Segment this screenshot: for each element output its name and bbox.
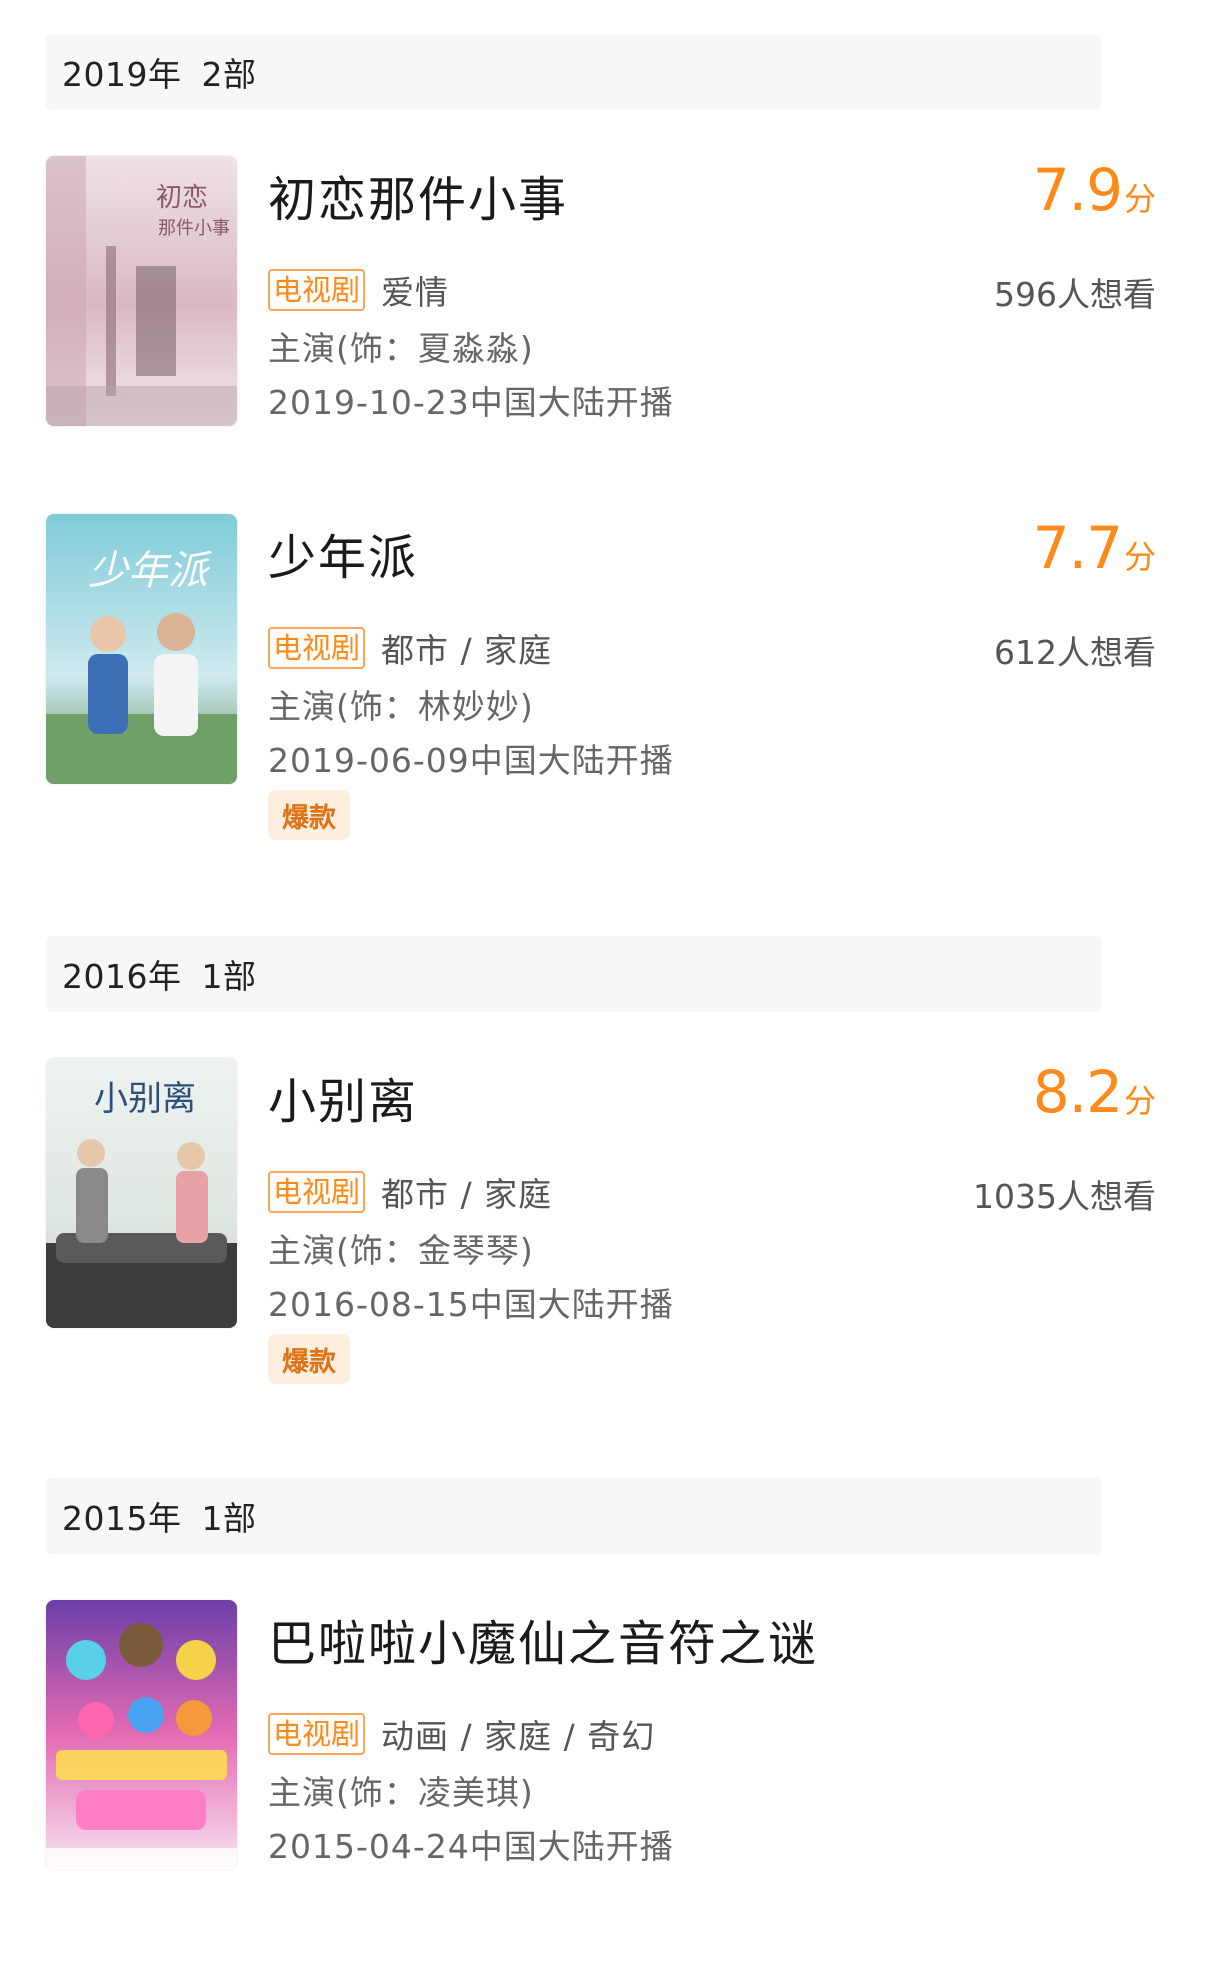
wish-count: 596人想看 <box>994 275 1156 314</box>
hot-badge: 爆款 <box>268 790 350 840</box>
type-tag: 电视剧 <box>268 1171 366 1213</box>
svg-text:少年派: 少年派 <box>88 548 213 594</box>
list-item[interactable]: 小别离 小别离 8.2分 电视剧 都市 / 家庭 1035人想看 主演(饰：金琴… <box>46 1058 1156 1384</box>
poster-image[interactable]: 少年派 <box>46 514 237 784</box>
svg-text:小别离: 小别离 <box>94 1079 196 1119</box>
item-title[interactable]: 初恋那件小事 <box>268 160 568 230</box>
item-title[interactable]: 少年派 <box>268 518 418 588</box>
genre-text: 都市 / 家庭 <box>381 631 553 670</box>
actor-role: 主演(饰：夏淼淼) <box>268 329 534 368</box>
genre-text: 都市 / 家庭 <box>381 1175 553 1214</box>
year-count: 1部 <box>201 957 257 996</box>
score: 7.9分 <box>1033 156 1156 224</box>
type-tag: 电视剧 <box>268 269 366 311</box>
actor-role: 主演(饰：金琴琴) <box>268 1231 534 1270</box>
poster-image[interactable]: 小别离 <box>46 1058 237 1328</box>
year-header-2015: 2015年 1部 <box>46 1478 1102 1554</box>
year-header-2019: 2019年 2部 <box>46 34 1102 110</box>
meta-row: 电视剧 都市 / 家庭 <box>268 1168 552 1216</box>
item-title[interactable]: 巴啦啦小魔仙之音符之谜 <box>268 1604 818 1674</box>
meta-row: 电视剧 都市 / 家庭 <box>268 624 552 672</box>
actor-role: 主演(饰：凌美琪) <box>268 1773 534 1812</box>
svg-text:那件小事: 那件小事 <box>158 218 230 239</box>
score: 8.2分 <box>1033 1058 1156 1126</box>
meta-row: 电视剧 爱情 <box>268 266 449 314</box>
release-date: 2015-04-24中国大陆开播 <box>268 1827 674 1866</box>
hot-badge: 爆款 <box>268 1334 350 1384</box>
release-date: 2019-06-09中国大陆开播 <box>268 741 674 780</box>
year-label: 2019年 <box>62 55 182 94</box>
list-item[interactable]: 初恋 那件小事 初恋那件小事 7.9分 电视剧 爱情 596人想看 主演(饰：夏… <box>46 156 1156 428</box>
release-date: 2016-08-15中国大陆开播 <box>268 1285 674 1324</box>
genre-text: 爱情 <box>381 273 450 312</box>
wish-count: 1035人想看 <box>973 1177 1156 1216</box>
list-item[interactable]: 少年派 少年派 7.7分 电视剧 都市 / 家庭 612人想看 主演(饰：林妙妙… <box>46 514 1156 840</box>
actor-role: 主演(饰：林妙妙) <box>268 687 534 726</box>
type-tag: 电视剧 <box>268 1713 366 1755</box>
year-header-2016: 2016年 1部 <box>46 936 1102 1012</box>
meta-row: 电视剧 动画 / 家庭 / 奇幻 <box>268 1710 655 1758</box>
year-label: 2016年 <box>62 957 182 996</box>
year-label: 2015年 <box>62 1499 182 1538</box>
type-tag: 电视剧 <box>268 627 366 669</box>
poster-image[interactable]: 初恋 那件小事 <box>46 156 237 426</box>
release-date: 2019-10-23中国大陆开播 <box>268 383 674 422</box>
list-item[interactable]: 巴啦啦小魔仙之音符之谜 电视剧 动画 / 家庭 / 奇幻 主演(饰：凌美琪) 2… <box>46 1600 1156 1872</box>
wish-count: 612人想看 <box>994 633 1156 672</box>
score: 7.7分 <box>1033 514 1156 582</box>
score-value: 8.2 <box>1032 1058 1123 1126</box>
score-unit: 分 <box>1123 180 1156 218</box>
year-count: 2部 <box>201 55 257 94</box>
poster-image[interactable] <box>46 1600 237 1870</box>
score-unit: 分 <box>1123 1082 1156 1120</box>
year-count: 1部 <box>201 1499 257 1538</box>
svg-text:初恋: 初恋 <box>156 183 208 213</box>
item-title[interactable]: 小别离 <box>268 1062 418 1132</box>
score-value: 7.7 <box>1032 514 1123 582</box>
score-value: 7.9 <box>1032 156 1123 224</box>
genre-text: 动画 / 家庭 / 奇幻 <box>381 1717 656 1756</box>
score-unit: 分 <box>1123 538 1156 576</box>
